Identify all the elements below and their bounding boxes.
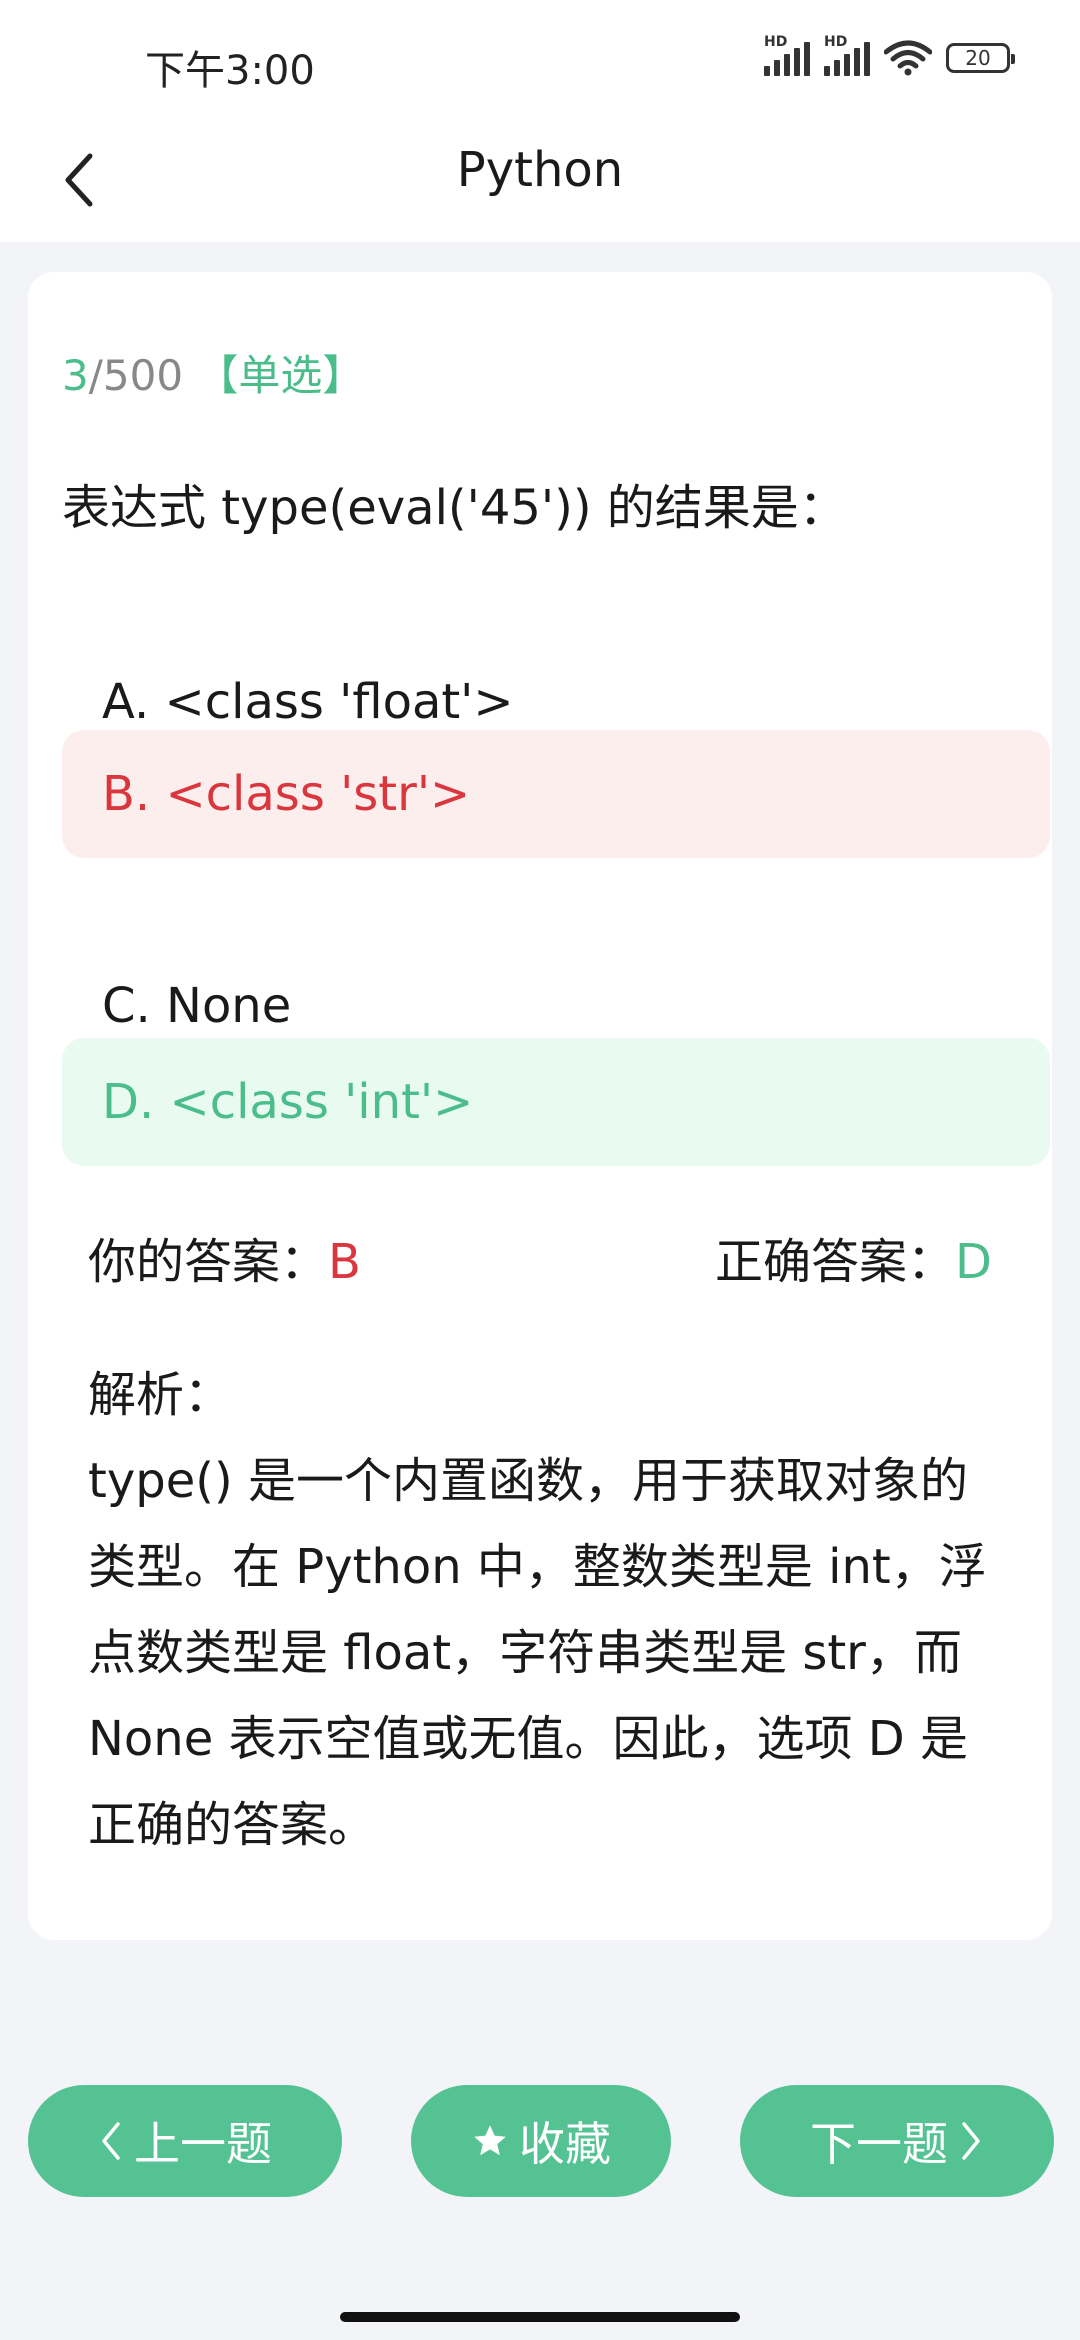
option-label: C. None	[102, 978, 292, 1034]
battery-level: 20	[965, 46, 991, 70]
cellular-signal-icon-2: HD	[824, 34, 870, 76]
status-icons: HD HD 20	[764, 34, 1015, 76]
status-bar: 下午3:00 HD HD 20	[0, 0, 1080, 120]
favorite-button[interactable]: 收藏	[411, 2085, 671, 2197]
option-label: A. <class 'float'>	[102, 674, 514, 730]
favorite-label: 收藏	[519, 2117, 611, 2171]
your-answer: 你的答案：B	[88, 1222, 361, 1292]
option-label: D. <class 'int'>	[102, 1074, 474, 1130]
cellular-signal-icon: HD	[764, 34, 810, 76]
correct-answer: 正确答案：D	[715, 1222, 992, 1292]
analysis-heading: 解析：	[88, 1367, 233, 1423]
question-type: 【单选】	[196, 351, 365, 400]
chevron-right-icon	[962, 2122, 980, 2160]
star-icon	[474, 2125, 506, 2156]
option-label: B. <class 'str'>	[102, 766, 471, 822]
battery-icon: 20	[946, 43, 1015, 73]
prev-question-button[interactable]: 上一题	[28, 2085, 342, 2197]
chevron-left-icon	[102, 2122, 120, 2160]
next-question-label: 下一题	[810, 2117, 948, 2171]
next-question-button[interactable]: 下一题	[740, 2085, 1054, 2197]
option-b[interactable]: B. <class 'str'>	[62, 730, 1050, 858]
your-answer-label: 你的答案：	[88, 1234, 329, 1290]
answer-summary: 你的答案：B 正确答案：D	[88, 1222, 992, 1292]
question-meta: 3/500 【单选】	[62, 342, 364, 403]
prev-question-label: 上一题	[134, 2117, 272, 2171]
page-title: Python	[456, 142, 624, 198]
question-total: /500	[88, 351, 184, 400]
question-card: 3/500 【单选】 表达式 type(eval('45')) 的结果是： A.…	[28, 272, 1052, 1940]
correct-answer-label: 正确答案：	[715, 1234, 956, 1290]
nav-bar: Python	[0, 120, 1080, 242]
analysis-body: type() 是一个内置函数，用于获取对象的类型。在 Python 中，整数类型…	[88, 1453, 987, 1853]
wifi-icon	[884, 40, 932, 76]
option-d[interactable]: D. <class 'int'>	[62, 1038, 1050, 1166]
question-text: 表达式 type(eval('45')) 的结果是：	[62, 480, 847, 536]
home-indicator[interactable]	[340, 2312, 740, 2322]
correct-answer-value: D	[955, 1234, 992, 1290]
question-number: 3	[62, 351, 89, 400]
status-time: 下午3:00	[145, 48, 315, 94]
your-answer-value: B	[328, 1234, 361, 1290]
analysis-section: 解析： type() 是一个内置函数，用于获取对象的类型。在 Python 中，…	[88, 1352, 1008, 1868]
